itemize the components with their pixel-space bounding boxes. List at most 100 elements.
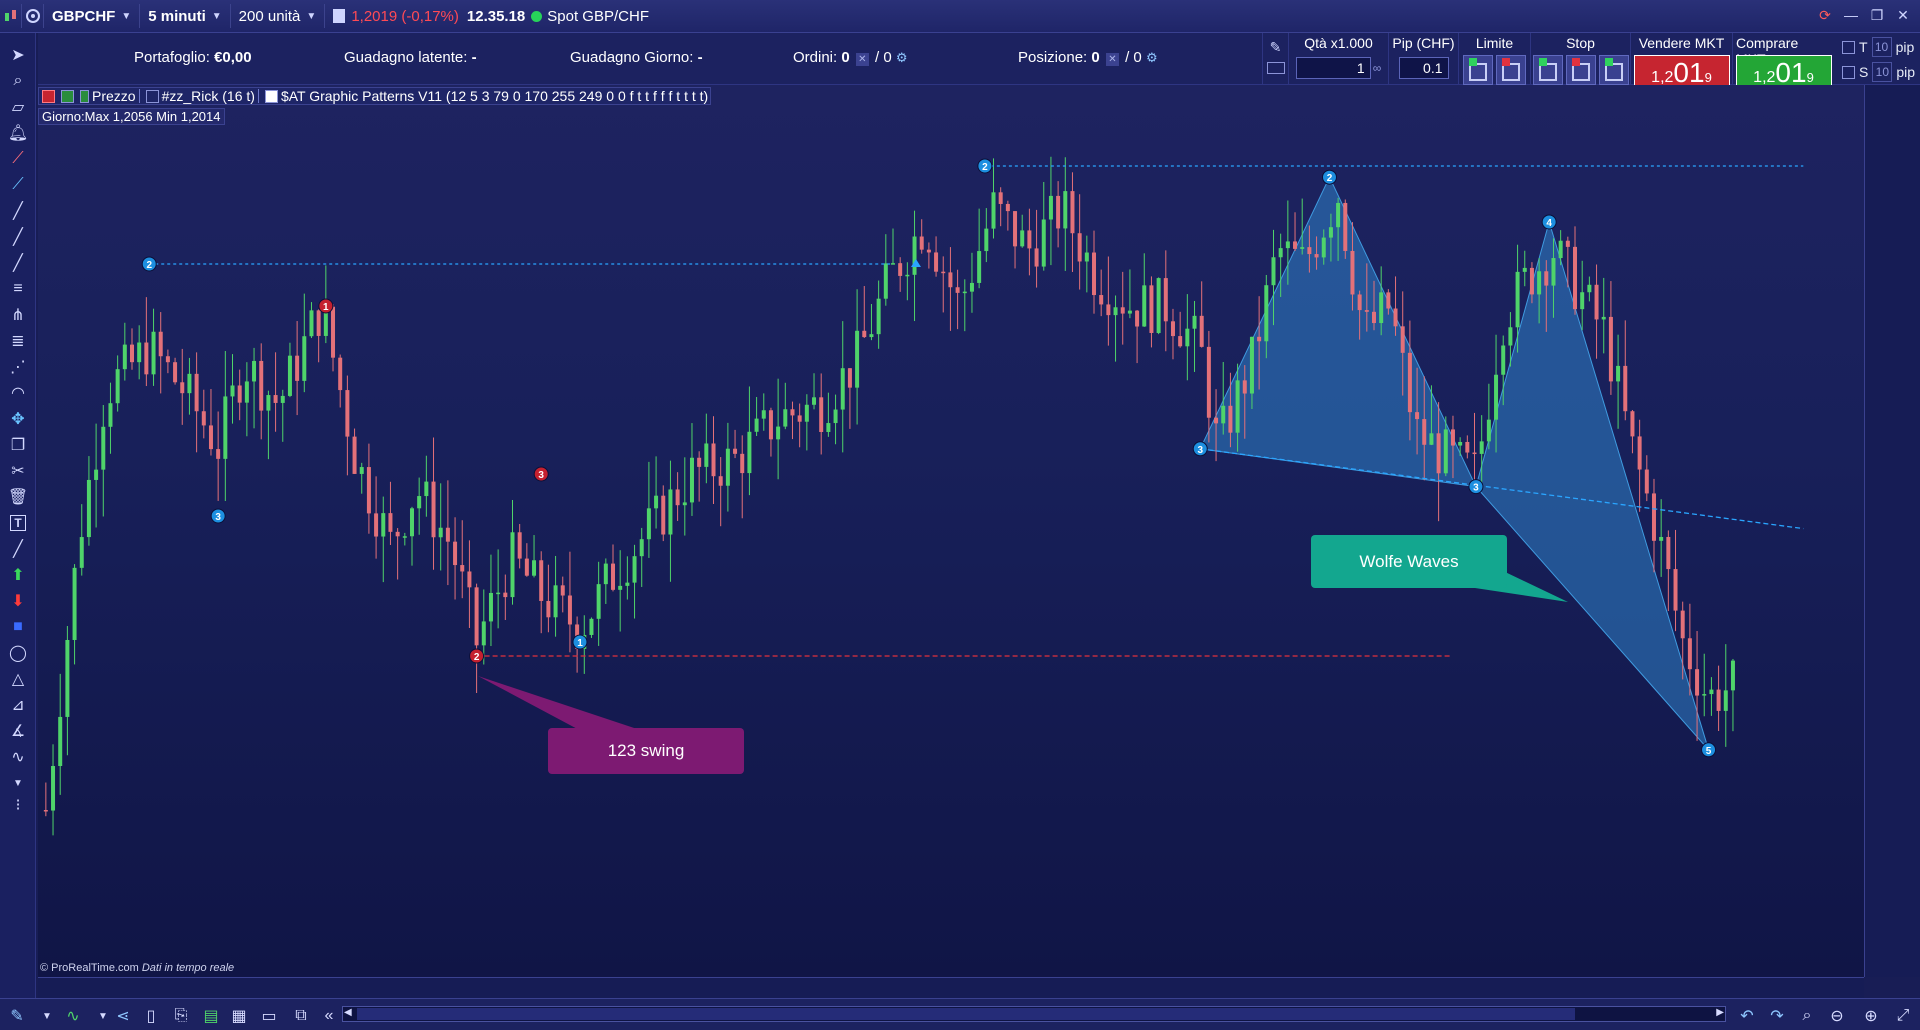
chart-compare-icon[interactable]: ⧉ [290,1005,312,1027]
fib-fan-icon[interactable]: ⋰ [6,355,30,379]
units-selector[interactable]: 200 unità ▼ [231,4,326,28]
close-position-icon[interactable]: ✕ [1105,53,1119,66]
screener-icon[interactable]: ▦ [228,1005,250,1027]
refresh-icon[interactable]: ⟳ [1816,6,1834,24]
undo-icon[interactable]: ↶ [1736,1005,1758,1027]
segment-icon[interactable]: ╱ [6,537,30,561]
link-icon[interactable]: ∞ [1373,61,1382,75]
gann-icon[interactable]: ⊿ [6,693,30,717]
arc-icon[interactable]: ◠ [6,381,30,405]
monitor-icon[interactable]: ▭ [258,1005,280,1027]
close-orders-icon[interactable]: ✕ [855,53,869,66]
legend-prezzo[interactable]: Prezzo [92,88,136,104]
zoom-in-icon[interactable]: ⊕ [1860,1005,1882,1027]
arrow-up-icon[interactable]: ⬆ [6,563,30,587]
export-icon[interactable]: ⎘ [170,1005,192,1027]
ruler-icon[interactable]: ▱ [6,95,30,119]
trash-icon[interactable]: 🗑︎ [6,485,30,509]
scroll-left-icon[interactable]: ◀ [344,1007,352,1018]
tools-icon[interactable]: ✂ [6,459,30,483]
sell-stop-button[interactable] [1565,55,1596,85]
double-left-icon[interactable]: « [318,1005,340,1027]
restore-icon[interactable]: ❐ [1868,6,1886,24]
chart-area[interactable] [38,85,1864,977]
more-icon[interactable]: ⁝ [6,793,30,817]
triangle-icon[interactable]: △ [6,667,30,691]
info-icon[interactable] [333,9,346,23]
settings-icon[interactable] [22,4,44,28]
timeframe-selector[interactable]: 5 minuti ▼ [140,4,231,28]
legend-settings-icon[interactable] [61,89,74,103]
draw-mode-icon[interactable]: ✎ [6,1005,28,1027]
buy-limit-button[interactable] [1463,55,1493,85]
text-icon[interactable]: T [6,511,30,535]
angle-icon[interactable]: ∡ [6,719,30,743]
pip-input[interactable] [1398,57,1449,79]
take-profit-value[interactable]: 10 [1871,37,1892,57]
time-axis[interactable] [38,977,1864,998]
ordini[interactable]: Ordini: 0 ✕ / 0 ⚙ [793,49,908,66]
close-icon[interactable]: ✕ [1894,6,1912,24]
stop-extra-button[interactable] [1598,55,1629,85]
minimize-icon[interactable]: — [1842,6,1860,24]
zoom-out-icon[interactable]: ⊖ [1826,1005,1848,1027]
fibonacci-icon[interactable]: ≣ [6,329,30,353]
drawing-tools-sidebar: ➤ ⌕ ▱ 🔔︎ ⟋ ⟋ ╱ ╱ ╱ ≡ ⋔ ≣ ⋰ ◠ ✥ ❐ ✂ 🗑︎ T … [0,33,36,998]
bell-icon[interactable]: 🔔︎ [6,121,30,145]
symbol-selector[interactable]: GBPCHF ▼ [44,4,141,28]
qty-input[interactable] [1295,57,1371,79]
redo-icon[interactable]: ↷ [1766,1005,1788,1027]
gear-icon[interactable]: ⚙ [896,50,908,65]
swing-123-callout[interactable]: 123 swing [548,728,744,774]
chart-style-icon[interactable]: ∿ [62,1005,84,1027]
rectangle-icon[interactable]: ■ [6,615,30,639]
scrollbar-thumb[interactable] [357,1008,1575,1020]
layout-icon[interactable]: ▯ [140,1005,162,1027]
take-profit-checkbox[interactable] [1842,40,1855,54]
take-profit-label: T [1859,39,1868,55]
posizione[interactable]: Posizione: 0 ✕ / 0 ⚙ [1018,49,1158,66]
auto-scale-icon[interactable]: ⤢ [1892,1005,1914,1027]
pitchfork-icon[interactable]: ⋔ [6,303,30,327]
legend-graphic-patterns[interactable]: $AT Graphic Patterns V11 (12 5 3 79 0 17… [281,88,710,104]
sell-limit-button[interactable] [1496,55,1526,85]
scroll-right-icon[interactable]: ▶ [1716,1007,1724,1018]
stop-loss-value[interactable]: 10 [1872,62,1893,82]
arrow-down-icon[interactable]: ⬇ [6,589,30,613]
buy-market-button[interactable]: 1,2 01 9 [1735,55,1832,89]
line-icon[interactable]: ╱ [6,199,30,223]
sell-market-button[interactable]: 1,2 01 9 [1633,55,1730,89]
trendline-blue-icon[interactable]: ⟋ [6,173,30,197]
chart-type-icon[interactable] [0,4,22,28]
indicators-icon[interactable]: ▤ [200,1005,222,1027]
move-icon[interactable]: ✥ [6,407,30,431]
stop-loss-checkbox[interactable] [1842,65,1855,79]
gear-icon[interactable]: ⚙ [1146,50,1158,65]
wolfe-waves-callout[interactable]: Wolfe Waves [1311,535,1507,588]
chevron-down-icon[interactable]: ▼ [92,1005,114,1027]
line2-icon[interactable]: ╱ [6,225,30,249]
line3-icon[interactable]: ╱ [6,251,30,275]
copy-icon[interactable]: ❐ [6,433,30,457]
scroll-down-icon[interactable]: ▼ [6,771,30,795]
chevron-down-icon: ▼ [211,10,222,22]
zoom-fit-icon[interactable]: ⌕ [1796,1005,1818,1027]
chart-scrollbar[interactable]: ◀ ▶ [342,1006,1726,1022]
price-axis[interactable] [1864,85,1920,977]
price-color-icon [80,89,89,103]
chevron-down-icon[interactable]: ▼ [36,1005,58,1027]
legend-close-icon[interactable] [42,89,55,103]
keyboard-icon[interactable] [1266,62,1285,74]
ellipse-icon[interactable]: ◯ [6,641,30,665]
wrench-icon[interactable]: ✎ [1270,39,1282,56]
buy-stop-button[interactable] [1532,55,1563,85]
channel-icon[interactable]: ≡ [6,277,30,301]
order-panel: ✎ Qtà x1.000 ∞ Pip (CHF) Limite Stop Ven… [1262,33,1920,89]
stop-group: Stop [1530,33,1630,85]
freehand-icon[interactable]: ∿ [6,745,30,769]
zoom-icon[interactable]: ⌕ [6,69,30,93]
pointer-icon[interactable]: ➤ [6,43,30,67]
legend-zz-rick[interactable]: #zz_Rick (16 t) [162,88,255,104]
trendline-red-icon[interactable]: ⟋ [6,147,30,171]
share-icon[interactable]: ⋖ [112,1005,134,1027]
